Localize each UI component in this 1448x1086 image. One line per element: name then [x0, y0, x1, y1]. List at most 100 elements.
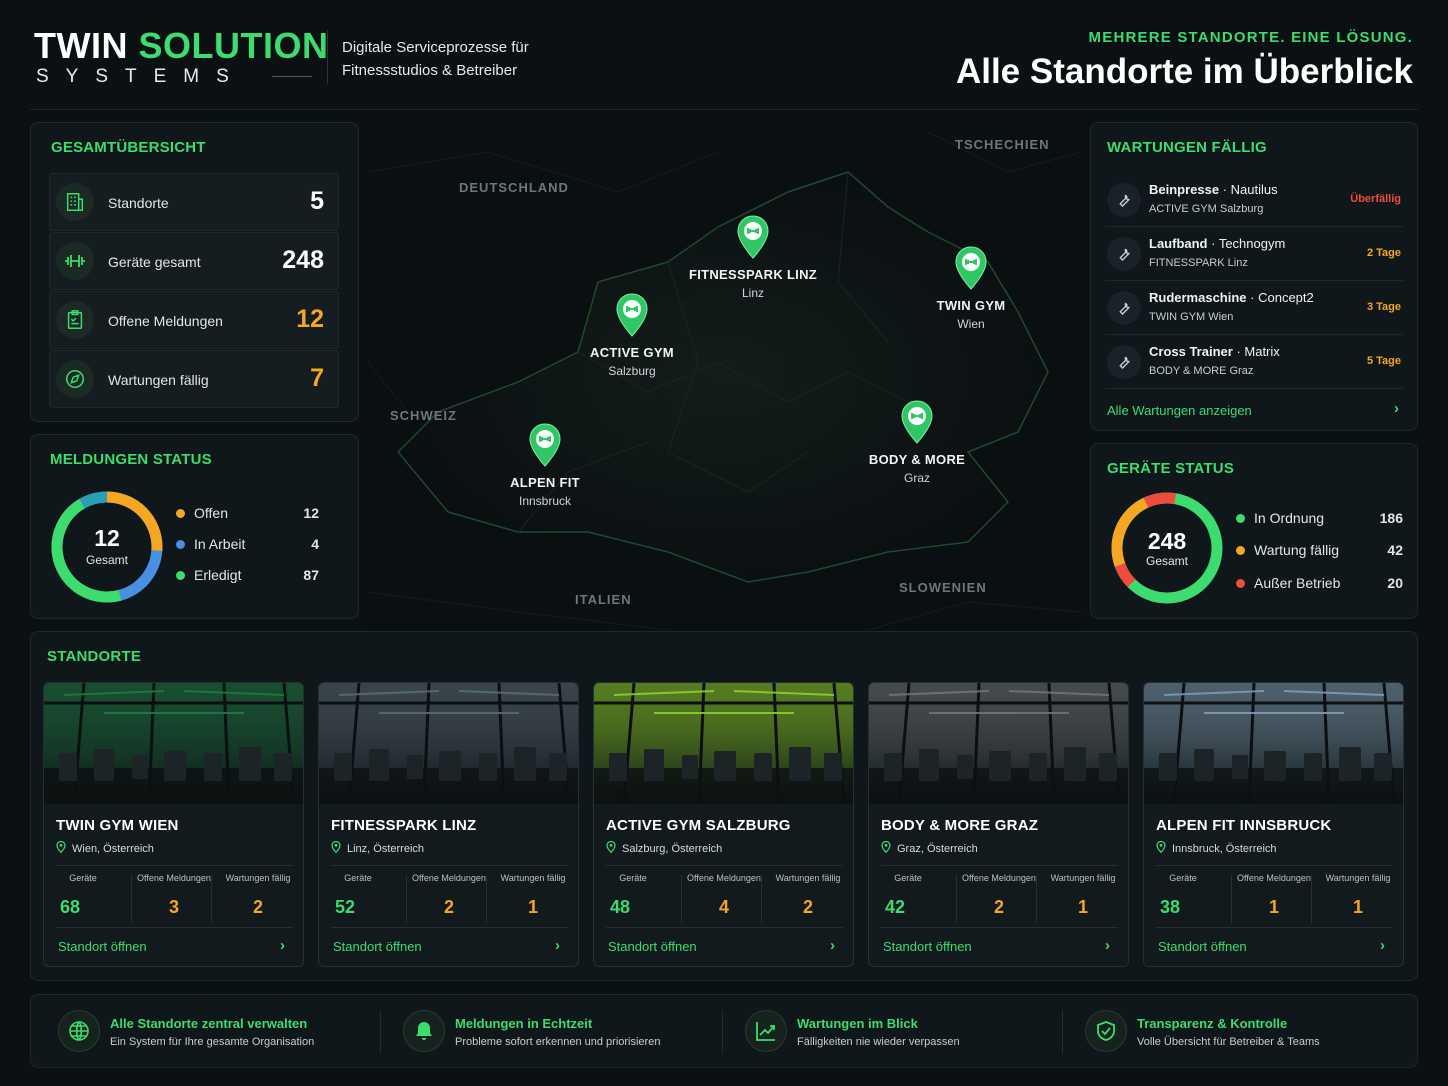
feature-divider: [722, 1010, 723, 1054]
location-card[interactable]: ALPEN FIT INNSBRUCK Innsbruck, Österreic…: [1143, 682, 1404, 967]
chevron-right-icon[interactable]: ›: [1105, 937, 1110, 954]
legend-item-in-arbeit: In Arbeit 4: [176, 536, 319, 554]
locations-map[interactable]: DEUTSCHLAND TSCHECHIEN SCHWEIZ ITALIEN S…: [368, 112, 1081, 630]
map-pin-active-gym[interactable]: ACTIVE GYM Salzburg: [552, 292, 712, 378]
map-pin-alpen-fit[interactable]: ALPEN FIT Innsbruck: [465, 422, 625, 508]
page-header: TWIN SOLUTION SYSTEMS Digitale Servicepr…: [0, 0, 1448, 110]
open-location-link[interactable]: Standort öffnen: [883, 939, 972, 954]
stat-maintenance: Wartungen fällig 1: [497, 873, 569, 918]
chevron-right-icon[interactable]: ›: [830, 937, 835, 954]
open-location-link[interactable]: Standort öffnen: [58, 939, 147, 954]
stat-label: Geräte: [344, 873, 372, 883]
logo-word-twin: TWIN: [34, 25, 128, 66]
gym-photo: [44, 683, 303, 804]
feature-subtitle: Probleme sofort erkennen und priorisiere…: [455, 1036, 661, 1048]
stat-value: 52: [335, 897, 356, 917]
stat-reports: Offene Meldungen 2: [949, 873, 1049, 918]
pin-city: Innsbruck: [518, 494, 572, 508]
stat-value: 2: [993, 897, 1004, 917]
legend-item-in-ordnung: In Ordnung 186: [1236, 510, 1403, 528]
stat-value: 38: [1160, 897, 1181, 917]
all-maintenance-link[interactable]: Alle Wartungen anzeigen: [1107, 403, 1252, 418]
logo-word-solution: SOLUTION: [138, 25, 329, 66]
open-location-link[interactable]: Standort öffnen: [608, 939, 697, 954]
stat-maintenance: Wartungen fällig 1: [1322, 873, 1394, 918]
legend-value: 186: [1379, 510, 1403, 526]
location-place: Innsbruck, Österreich: [1156, 840, 1277, 855]
location-card[interactable]: TWIN GYM WIEN Wien, Österreich Geräte 68 …: [43, 682, 304, 967]
stat-label: Wartungen fällig: [225, 873, 291, 883]
maintenance-item[interactable]: Cross Trainer · Matrix BODY & MORE Graz …: [1105, 335, 1403, 389]
stat-value: 4: [718, 897, 729, 917]
clipboard-icon: [56, 301, 94, 339]
overview-row-devices[interactable]: Geräte gesamt 248: [49, 232, 339, 290]
maintenance-item[interactable]: Beinpresse · Nautilus ACTIVE GYM Salzbur…: [1105, 173, 1403, 227]
stat-label: Wartungen fällig: [775, 873, 841, 883]
card-divider: [1156, 927, 1393, 928]
map-pin-twin-gym[interactable]: TWIN GYM Wien: [891, 245, 1051, 331]
overview-panel: GESAMTÜBERSICHT Standorte 5 Geräte gesam…: [30, 122, 359, 422]
chevron-right-icon[interactable]: ›: [555, 937, 560, 954]
stat-devices: Geräte 42: [869, 873, 947, 918]
legend-value: 87: [303, 567, 319, 583]
overview-label: Offene Meldungen: [108, 313, 223, 329]
bell-icon: [403, 1010, 445, 1052]
location-card[interactable]: ACTIVE GYM SALZBURG Salzburg, Österreich…: [593, 682, 854, 967]
stat-divider: [486, 875, 487, 923]
location-name: ALPEN FIT INNSBRUCK: [1156, 817, 1332, 834]
stat-value: 2: [252, 897, 263, 917]
overview-row-reports[interactable]: Offene Meldungen 12: [49, 291, 339, 349]
device-name: Laufband: [1149, 236, 1208, 251]
location-place-text: Linz, Österreich: [347, 843, 425, 855]
location-pin-icon: [901, 400, 933, 444]
reports-total-label: Gesamt: [85, 553, 128, 567]
location-name: ACTIVE GYM SALZBURG: [606, 817, 791, 834]
pin-city: Salzburg: [608, 364, 656, 378]
legend-label: In Ordnung: [1254, 510, 1325, 526]
chevron-right-icon[interactable]: ›: [1380, 937, 1385, 954]
legend-value: 20: [1387, 575, 1403, 591]
overview-value: 248: [282, 246, 324, 274]
header-rule: [30, 109, 1418, 110]
stat-label: Geräte: [894, 873, 922, 883]
stat-label: Geräte: [619, 873, 647, 883]
device-location: TWIN GYM Wien: [1149, 311, 1234, 323]
device-brand: · Nautilus: [1219, 182, 1278, 197]
maintenance-item[interactable]: Rudermaschine · Concept2 TWIN GYM Wien 3…: [1105, 281, 1403, 335]
pin-city: Graz: [903, 471, 930, 485]
card-divider: [331, 865, 568, 866]
chevron-right-icon[interactable]: ›: [280, 937, 285, 954]
stat-reports: Offene Meldungen 2: [399, 873, 499, 918]
location-card[interactable]: BODY & MORE GRAZ Graz, Österreich Geräte…: [868, 682, 1129, 967]
stat-value: 2: [443, 897, 454, 917]
open-location-link[interactable]: Standort öffnen: [1158, 939, 1247, 954]
open-location-link[interactable]: Standort öffnen: [333, 939, 422, 954]
location-pin-icon: [529, 423, 561, 467]
brand-logo[interactable]: TWIN SOLUTION: [34, 26, 328, 66]
shield-check-icon: [1085, 1010, 1127, 1052]
map-pin-body-and-more[interactable]: BODY & MORE Graz: [837, 399, 997, 485]
stat-label: Geräte: [69, 873, 97, 883]
legend-item-ausser-betrieb: Außer Betrieb 20: [1236, 575, 1403, 593]
legend-label: Erledigt: [194, 567, 242, 583]
due-badge: Überfällig: [1350, 193, 1401, 205]
overview-row-maintenance[interactable]: Wartungen fällig 7: [49, 350, 339, 408]
maintenance-item[interactable]: Laufband · Technogym FITNESSPARK Linz 2 …: [1105, 227, 1403, 281]
device-location: BODY & MORE Graz: [1149, 365, 1254, 377]
legend-value: 42: [1387, 542, 1403, 558]
chevron-right-icon[interactable]: ›: [1394, 400, 1399, 417]
overview-label: Wartungen fällig: [108, 372, 209, 388]
overview-row-locations[interactable]: Standorte 5: [49, 173, 339, 231]
location-name: FITNESSPARK LINZ: [331, 817, 477, 834]
legend-label: Wartung fällig: [1254, 542, 1340, 558]
feature-item: Meldungen in Echtzeit Probleme sofort er…: [403, 1008, 703, 1058]
wrench-icon: [1107, 291, 1141, 325]
location-pin-icon: [1156, 840, 1166, 854]
map-pin-fitnesspark-linz[interactable]: FITNESSPARK LINZ Linz: [673, 214, 833, 300]
location-card[interactable]: FITNESSPARK LINZ Linz, Österreich Geräte…: [318, 682, 579, 967]
stat-devices: Geräte 38: [1144, 873, 1222, 918]
due-badge: 5 Tage: [1366, 355, 1401, 367]
stat-value: 68: [60, 897, 81, 917]
country-label-italien: ITALIEN: [575, 592, 632, 607]
stat-divider: [1311, 875, 1312, 923]
